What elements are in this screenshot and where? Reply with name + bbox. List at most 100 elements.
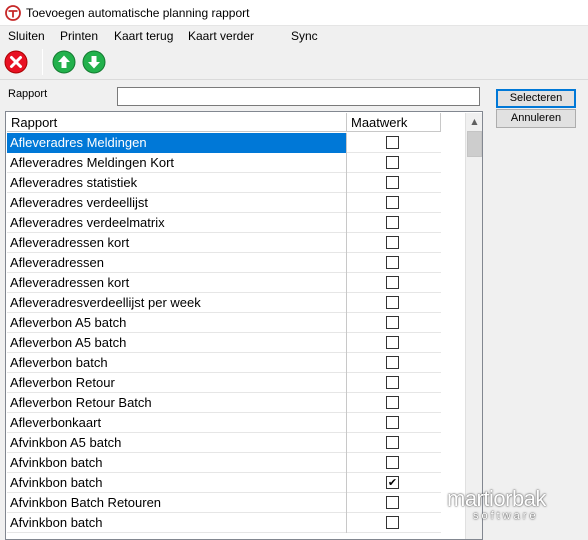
rapport-cell[interactable]: Afvinkbon A5 batch bbox=[7, 433, 347, 453]
scroll-thumb[interactable] bbox=[467, 131, 482, 157]
maatwerk-cell bbox=[347, 253, 441, 273]
maatwerk-cell bbox=[347, 233, 441, 253]
table-row[interactable]: Afleveradresverdeellijst per week bbox=[7, 293, 441, 313]
maatwerk-checkbox[interactable] bbox=[386, 156, 399, 169]
rapport-cell[interactable]: Afleveradresverdeellijst per week bbox=[7, 293, 347, 313]
maatwerk-cell bbox=[347, 493, 441, 513]
menu-sync[interactable]: Sync bbox=[291, 29, 318, 43]
maatwerk-cell bbox=[347, 353, 441, 373]
select-button[interactable]: Selecteren bbox=[496, 89, 576, 108]
maatwerk-checkbox[interactable] bbox=[386, 356, 399, 369]
table-row[interactable]: Afvinkbon batch bbox=[7, 513, 441, 533]
maatwerk-checkbox[interactable] bbox=[386, 296, 399, 309]
table-row[interactable]: Afvinkbon batch bbox=[7, 453, 441, 473]
maatwerk-cell bbox=[347, 433, 441, 453]
maatwerk-checkbox[interactable] bbox=[386, 396, 399, 409]
maatwerk-checkbox[interactable] bbox=[386, 276, 399, 289]
app-logo-icon bbox=[5, 5, 21, 21]
table-row[interactable]: Afvinkbon Batch Retouren bbox=[7, 493, 441, 513]
column-header-maatwerk[interactable]: Maatwerk bbox=[347, 113, 441, 132]
rapport-cell[interactable]: Afvinkbon batch bbox=[7, 513, 347, 533]
rapport-cell[interactable]: Afleverbon A5 batch bbox=[7, 333, 347, 353]
maatwerk-checkbox[interactable]: ✔ bbox=[386, 476, 399, 489]
scroll-up-icon[interactable]: ▲ bbox=[466, 113, 482, 130]
maatwerk-cell bbox=[347, 133, 441, 153]
menu-kaart-verder[interactable]: Kaart verder bbox=[188, 29, 254, 43]
menu-sluiten[interactable]: Sluiten bbox=[8, 29, 45, 43]
maatwerk-cell bbox=[347, 513, 441, 533]
table-row[interactable]: Afleveradressen bbox=[7, 253, 441, 273]
rapport-cell[interactable]: Afleverbon A5 batch bbox=[7, 313, 347, 333]
rapport-cell[interactable]: Afleverbon Retour Batch bbox=[7, 393, 347, 413]
maatwerk-checkbox[interactable] bbox=[386, 496, 399, 509]
table-row[interactable]: Afvinkbon batch ✔ bbox=[7, 473, 441, 493]
table-row[interactable]: Afleveradressen kort bbox=[7, 233, 441, 253]
maatwerk-cell bbox=[347, 333, 441, 353]
maatwerk-checkbox[interactable] bbox=[386, 196, 399, 209]
rapport-cell[interactable]: Afleveradres Meldingen Kort bbox=[7, 153, 347, 173]
cancel-button[interactable]: Annuleren bbox=[496, 109, 576, 128]
table-row[interactable]: Afleveradressen kort bbox=[7, 273, 441, 293]
vertical-scrollbar[interactable]: ▲ bbox=[465, 113, 482, 539]
table-row[interactable]: Afvinkbon A5 batch bbox=[7, 433, 441, 453]
rapport-cell[interactable]: Afleverbonkaart bbox=[7, 413, 347, 433]
menu-bar: Sluiten Printen Kaart terug Kaart verder… bbox=[0, 27, 588, 47]
table-row[interactable]: Afleveradres statistiek bbox=[7, 173, 441, 193]
close-icon[interactable] bbox=[4, 50, 28, 74]
maatwerk-cell bbox=[347, 153, 441, 173]
rapport-cell[interactable]: Afleveradres statistiek bbox=[7, 173, 347, 193]
maatwerk-cell bbox=[347, 313, 441, 333]
maatwerk-cell bbox=[347, 393, 441, 413]
table-row[interactable]: Afleveradres verdeellijst bbox=[7, 193, 441, 213]
table-row[interactable]: Afleverbon batch bbox=[7, 353, 441, 373]
rapport-cell[interactable]: Afleverbon Retour bbox=[7, 373, 347, 393]
rapport-cell[interactable]: Afleveradres verdeelmatrix bbox=[7, 213, 347, 233]
table-row[interactable]: Afleverbonkaart bbox=[7, 413, 441, 433]
table-row[interactable]: Afleveradres verdeelmatrix bbox=[7, 213, 441, 233]
menu-printen[interactable]: Printen bbox=[60, 29, 98, 43]
maatwerk-checkbox[interactable] bbox=[386, 416, 399, 429]
table-row[interactable]: Afleverbon A5 batch bbox=[7, 313, 441, 333]
toolbar bbox=[0, 47, 588, 79]
maatwerk-cell bbox=[347, 213, 441, 233]
maatwerk-cell bbox=[347, 273, 441, 293]
rapport-cell[interactable]: Afleveradressen kort bbox=[7, 233, 347, 253]
maatwerk-checkbox[interactable] bbox=[386, 376, 399, 389]
rapport-cell[interactable]: Afleveradres verdeellijst bbox=[7, 193, 347, 213]
rapport-cell[interactable]: Afvinkbon batch bbox=[7, 473, 347, 493]
window-title: Toevoegen automatische planning rapport bbox=[26, 6, 250, 20]
title-bar: Toevoegen automatische planning rapport bbox=[0, 0, 588, 26]
maatwerk-checkbox[interactable] bbox=[386, 436, 399, 449]
toolbar-divider bbox=[0, 79, 588, 80]
maatwerk-checkbox[interactable] bbox=[386, 516, 399, 529]
menu-kaart-terug[interactable]: Kaart terug bbox=[114, 29, 173, 43]
column-header-rapport[interactable]: Rapport bbox=[7, 113, 347, 132]
maatwerk-checkbox[interactable] bbox=[386, 336, 399, 349]
arrow-down-icon[interactable] bbox=[82, 50, 106, 74]
maatwerk-cell bbox=[347, 293, 441, 313]
rapport-cell[interactable]: Afleveradressen bbox=[7, 253, 347, 273]
table-row[interactable]: Afleveradres Meldingen Kort bbox=[7, 153, 441, 173]
maatwerk-checkbox[interactable] bbox=[386, 136, 399, 149]
maatwerk-checkbox[interactable] bbox=[386, 456, 399, 469]
rapport-cell[interactable]: Afvinkbon Batch Retouren bbox=[7, 493, 347, 513]
table-row[interactable]: Afleveradres Meldingen bbox=[7, 133, 441, 153]
maatwerk-checkbox[interactable] bbox=[386, 316, 399, 329]
maatwerk-cell bbox=[347, 173, 441, 193]
table-row[interactable]: Afleverbon A5 batch bbox=[7, 333, 441, 353]
table-row[interactable]: Afleverbon Retour Batch bbox=[7, 393, 441, 413]
rapport-cell[interactable]: Afleverbon batch bbox=[7, 353, 347, 373]
rapport-cell[interactable]: Afleveradres Meldingen bbox=[7, 133, 347, 153]
maatwerk-checkbox[interactable] bbox=[386, 236, 399, 249]
arrow-up-icon[interactable] bbox=[52, 50, 76, 74]
maatwerk-checkbox[interactable] bbox=[386, 256, 399, 269]
table-row[interactable]: Afleverbon Retour bbox=[7, 373, 441, 393]
maatwerk-cell: ✔ bbox=[347, 473, 441, 493]
rapport-search-input[interactable] bbox=[117, 87, 480, 106]
maatwerk-checkbox[interactable] bbox=[386, 176, 399, 189]
rapport-cell[interactable]: Afvinkbon batch bbox=[7, 453, 347, 473]
rapport-label: Rapport bbox=[8, 88, 48, 100]
maatwerk-checkbox[interactable] bbox=[386, 216, 399, 229]
rapport-cell[interactable]: Afleveradressen kort bbox=[7, 273, 347, 293]
maatwerk-cell bbox=[347, 413, 441, 433]
